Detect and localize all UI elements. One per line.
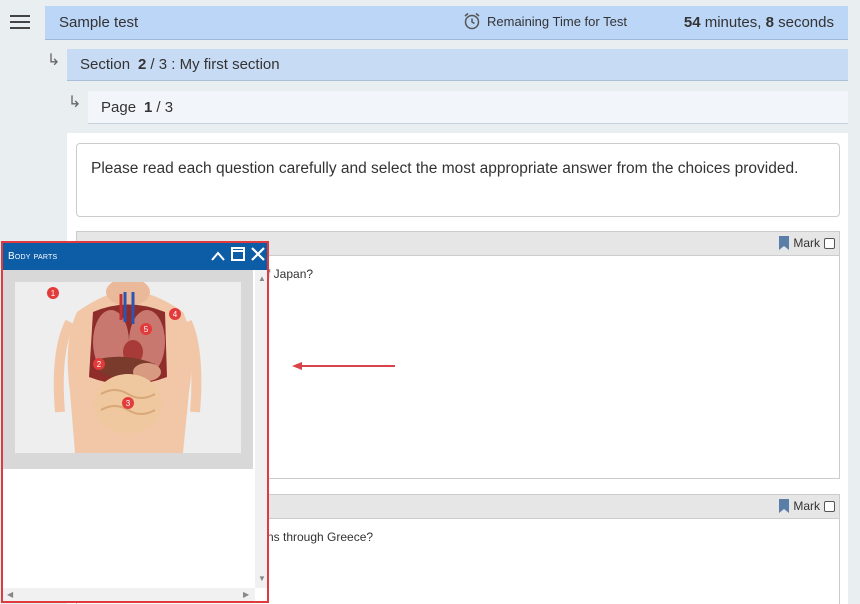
body-parts-popup[interactable]: Body parts 1 2 3 4 5 ▲ ▼ ◀ ▶ (1, 241, 269, 603)
close-icon[interactable] (251, 247, 265, 266)
collapse-icon[interactable] (211, 248, 225, 266)
scroll-up-icon[interactable]: ▲ (258, 274, 266, 283)
menu-icon[interactable] (10, 15, 30, 31)
svg-text:5: 5 (144, 325, 149, 334)
scroll-right-icon[interactable]: ▶ (243, 590, 249, 599)
svg-text:1: 1 (51, 289, 56, 298)
bookmark-icon (779, 499, 790, 513)
test-title: Sample test (59, 14, 139, 31)
svg-text:2: 2 (97, 360, 102, 369)
alarm-clock-icon (464, 12, 480, 30)
scroll-down-icon[interactable]: ▼ (258, 574, 266, 583)
popup-titlebar[interactable]: Body parts (3, 243, 267, 270)
popup-image-frame: 1 2 3 4 5 (3, 270, 253, 469)
mark-checkbox[interactable] (824, 500, 835, 512)
question-text: f Japan? (267, 267, 314, 281)
timer-label-group: Remaining Time for Test (463, 12, 627, 30)
mark-toggle[interactable]: Mark (779, 499, 835, 513)
vertical-scrollbar[interactable]: ▲ ▼ (255, 270, 267, 588)
pointer-arrow (292, 362, 395, 370)
page-bar: Page 1/ 3 (88, 91, 848, 124)
svg-text:4: 4 (173, 310, 178, 319)
mark-checkbox[interactable] (824, 237, 835, 249)
timer-label: Remaining Time for Test (487, 13, 627, 29)
marker-1[interactable]: 1 (47, 287, 59, 299)
marker-3[interactable]: 3 (122, 397, 134, 409)
instructions-box: Please read each question carefully and … (76, 143, 840, 217)
remaining-time: 54 minutes, 8 seconds (683, 14, 834, 31)
marker-4[interactable]: 4 (169, 308, 181, 320)
question-text: ns through Greece? (267, 530, 374, 544)
marker-5[interactable]: 5 (140, 323, 152, 335)
section-bar: Section 2/ 3 : My first section (67, 49, 848, 81)
return-arrow-icon: ↳ (68, 94, 82, 111)
anatomy-image: 1 2 3 4 5 (15, 282, 241, 453)
test-header: Sample test Remaining Time for Test 54 m… (45, 6, 848, 40)
marker-2[interactable]: 2 (93, 358, 105, 370)
scroll-left-icon[interactable]: ◀ (7, 590, 13, 599)
horizontal-scrollbar[interactable]: ◀ ▶ (3, 588, 255, 601)
bookmark-icon (779, 236, 790, 250)
return-arrow-icon: ↳ (47, 52, 61, 69)
popup-title: Body parts (8, 251, 58, 262)
maximize-icon[interactable] (231, 247, 245, 266)
mark-toggle[interactable]: Mark (779, 236, 835, 250)
svg-text:3: 3 (126, 399, 131, 408)
